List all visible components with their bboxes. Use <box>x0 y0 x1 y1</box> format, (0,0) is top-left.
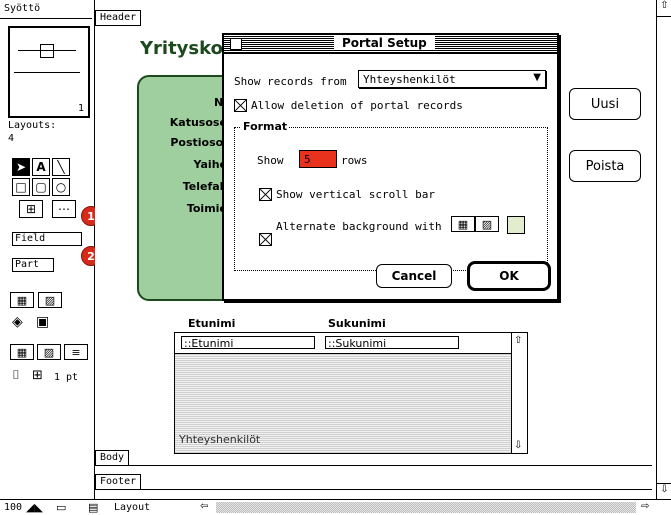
cancel-button[interactable]: Cancel <box>376 264 452 288</box>
uusi-button[interactable]: Uusi <box>569 88 641 120</box>
book-page-number: 1 <box>77 103 84 114</box>
field-label-2: Katusoso <box>169 116 227 129</box>
line-tool-icon[interactable]: ╲ <box>52 158 70 176</box>
format-group: Format Show 5 rows Show vertical scroll … <box>234 120 548 271</box>
field-button[interactable]: Field <box>12 232 82 246</box>
portal[interactable]: ::Etunimi ::Sukunimi Yhteyshenkilöt ⇧ ⇩ <box>174 332 528 454</box>
poista-button[interactable]: Poista <box>569 150 641 182</box>
portal-header-etunimi: Etunimi <box>188 317 236 330</box>
scroll-up-arrow-icon[interactable]: ⇧ <box>657 0 671 17</box>
scroll-down-icon[interactable]: ⇩ <box>514 440 522 451</box>
alt-color-swatch[interactable] <box>507 216 525 234</box>
layout-title: Yritysko <box>140 38 223 59</box>
status-area-icon[interactable]: ▭ <box>56 501 66 514</box>
close-box-icon[interactable] <box>230 38 242 50</box>
field-label-4: Yaihe <box>193 158 227 171</box>
mode-label[interactable]: Layout <box>114 502 150 513</box>
book-ring <box>40 44 54 58</box>
field-tool-icon[interactable]: ⋯ <box>52 200 76 218</box>
window-vertical-scrollbar[interactable]: ⇧ ⇩ <box>656 0 671 500</box>
line-width[interactable]: 1 pt <box>54 372 78 383</box>
scroll-left-icon[interactable]: ⇦ <box>200 501 208 512</box>
show-label: Show <box>257 154 284 167</box>
alt-pattern-icon[interactable]: ▨ <box>475 216 499 232</box>
field-label-6: Toimio <box>186 202 227 215</box>
portal-name: Yhteyshenkilöt <box>179 433 261 446</box>
fill-color-icon[interactable]: ▦ <box>10 292 34 308</box>
field-label-3: Postiosoi <box>170 136 227 149</box>
portal-row-1: ::Etunimi ::Sukunimi <box>175 333 511 354</box>
footer-part-tab[interactable]: Footer <box>95 474 142 490</box>
mode-icon[interactable]: ▤ <box>88 501 98 514</box>
palette-title-bar[interactable]: Syöttö <box>0 0 92 19</box>
horizontal-scroll-track[interactable] <box>216 502 636 513</box>
allow-deletion-checkbox[interactable] <box>234 99 247 112</box>
layouts-label: Layouts: <box>8 120 57 131</box>
fill-pattern-icon[interactable]: ▨ <box>38 292 62 308</box>
rows-label: rows <box>341 154 368 167</box>
pen-color-icon[interactable]: ▦ <box>10 344 34 360</box>
format-label: Format <box>241 120 290 133</box>
portal-scrollbar[interactable]: ⇧ ⇩ <box>511 333 527 453</box>
field-label-1: Ni <box>214 96 227 109</box>
portal-tool-icon[interactable]: ⊞ <box>19 200 43 218</box>
object-effect-icon[interactable]: ▣ <box>36 314 49 330</box>
pen-pattern-icon[interactable]: ▨ <box>37 344 61 360</box>
rounded-rect-tool-icon[interactable]: ▢ <box>32 178 50 196</box>
arrow-tool-icon[interactable]: ➤ <box>12 158 30 176</box>
body-part-tab[interactable]: Body <box>95 450 130 466</box>
part-divider <box>95 489 652 490</box>
portal-field-sukunimi[interactable]: ::Sukunimi <box>325 336 459 350</box>
show-scrollbar-label[interactable]: Show vertical scroll bar <box>276 188 435 201</box>
dialog-title-bar[interactable]: Portal Setup <box>224 35 557 54</box>
tool-palette: Syöttö 1 Layouts: 4 ➤ A ╲ □ ▢ ○ ⊞ ⋯ 1 Fi… <box>0 0 101 514</box>
scroll-right-icon[interactable]: ⇨ <box>641 501 649 512</box>
show-scrollbar-checkbox[interactable] <box>259 188 272 201</box>
bottom-status-bar: 100 ◢◣ ▭ ▤ Layout ⇦ ⇨ <box>0 499 671 515</box>
border-icon[interactable]: ⊞ <box>32 368 43 383</box>
oval-tool-icon[interactable]: ○ <box>52 178 70 196</box>
palette-title: Syöttö <box>4 3 41 14</box>
allow-deletion-label[interactable]: Allow deletion of portal records <box>251 99 463 112</box>
scroll-down-arrow-icon[interactable]: ⇩ <box>657 483 671 500</box>
book-line <box>14 72 80 73</box>
ok-button[interactable]: OK <box>467 261 551 291</box>
alternate-background-label[interactable]: Alternate background with <box>276 220 442 233</box>
portal-field-etunimi[interactable]: ::Etunimi <box>181 336 315 350</box>
layout-book-icon[interactable]: 1 <box>8 26 90 118</box>
layouts-count: 4 <box>8 133 15 144</box>
show-records-dropdown[interactable]: Yhteyshenkilöt ▼ <box>358 70 546 88</box>
dialog-title: Portal Setup <box>334 36 435 50</box>
header-part-tab[interactable]: Header <box>95 10 142 26</box>
rect-tool-icon[interactable]: □ <box>12 178 30 196</box>
chevron-down-icon: ▼ <box>533 72 541 83</box>
show-records-label: Show records from <box>234 75 347 88</box>
portal-setup-dialog: Portal Setup Show records from Yhteyshen… <box>222 33 559 301</box>
part-button[interactable]: Part <box>12 258 54 272</box>
rows-count-value: 5 <box>304 153 311 166</box>
effects-icon[interactable]: ◈ <box>12 314 23 330</box>
part-divider <box>95 465 652 466</box>
alternate-background-checkbox[interactable] <box>259 233 272 246</box>
text-tool-icon[interactable]: A <box>32 158 50 176</box>
pen-icon[interactable]: ⌷ <box>12 368 20 383</box>
alt-color-icon[interactable]: ▦ <box>451 216 475 232</box>
portal-header-sukunimi: Sukunimi <box>328 317 386 330</box>
rows-count-field[interactable]: 5 <box>299 150 337 168</box>
scroll-up-icon[interactable]: ⇧ <box>514 335 522 346</box>
show-records-value: Yhteyshenkilöt <box>363 73 456 86</box>
field-label-5: Telefak <box>182 180 227 193</box>
zoom-controls-icon[interactable]: ◢◣ <box>26 501 43 514</box>
zoom-level[interactable]: 100 <box>4 502 22 513</box>
line-style-icon[interactable]: ≡ <box>64 344 88 360</box>
